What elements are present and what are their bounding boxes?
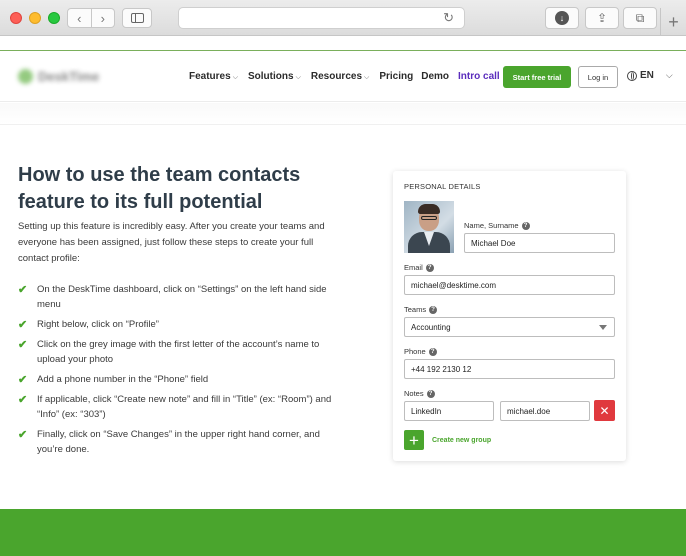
nav-solutions-label: Solutions <box>248 71 294 82</box>
name-input[interactable]: Michael Doe <box>464 233 615 253</box>
list-item: ✔ On the DeskTime dashboard, click on “Se… <box>18 282 338 312</box>
note-title-input[interactable]: LinkedIn <box>404 401 494 421</box>
help-icon[interactable]: ? <box>426 389 435 398</box>
create-group-link[interactable]: Create new group <box>432 437 491 444</box>
chevron-right-icon: › <box>100 10 105 26</box>
start-free-trial-button[interactable]: Start free trial <box>503 66 571 88</box>
checkmark-icon: ✔ <box>18 374 28 386</box>
nav-demo[interactable]: Demo <box>421 71 449 82</box>
help-icon[interactable]: ? <box>428 347 437 356</box>
step-text: If applicable, click “Create new note” a… <box>37 394 332 420</box>
downloads-button[interactable]: ↓ <box>545 7 579 29</box>
help-icon[interactable]: ? <box>429 305 438 314</box>
header-divider <box>0 103 686 125</box>
list-item: ✔ Click on the grey image with the first … <box>18 337 338 367</box>
footer-band <box>0 509 686 556</box>
avatar-glasses <box>421 216 437 220</box>
sidebar-toggle-button[interactable] <box>122 8 152 28</box>
history-nav: ‹ › <box>67 8 115 28</box>
list-item: ✔ Finally, click on “Save Changes” in the… <box>18 427 338 457</box>
step-text: Add a phone number in the “Phone” field <box>37 374 209 385</box>
desktime-logo[interactable]: DeskTime <box>18 69 99 84</box>
phone-input[interactable]: +44 192 2130 12 <box>404 359 615 379</box>
help-icon[interactable]: ? <box>425 263 434 272</box>
share-icon: ⇪ <box>596 11 608 25</box>
notes-label-text: Notes <box>404 389 424 398</box>
create-group-button[interactable]: + <box>404 430 424 450</box>
sidebar-icon <box>131 13 144 23</box>
nav-resources[interactable]: Resources ⌵ <box>311 71 369 82</box>
nav-features[interactable]: Features ⌵ <box>189 71 238 82</box>
nav-pricing[interactable]: Pricing <box>379 71 413 82</box>
teams-select-value: Accounting <box>411 322 451 332</box>
step-text: Click on the grey image with the first l… <box>37 339 320 365</box>
dropdown-arrow-icon <box>599 325 607 330</box>
step-text: Finally, click on “Save Changes” in the … <box>37 429 320 455</box>
language-label: EN <box>640 70 654 81</box>
globe-icon <box>627 70 637 81</box>
personal-details-card: PERSONAL DETAILS Name, Surname? Michael … <box>393 171 626 461</box>
page-title: How to use the team contacts feature to … <box>18 164 301 213</box>
tab-overview-button[interactable]: ⧉ <box>623 7 657 29</box>
browser-toolbar: ‹ › ↻ ↓ ⇪ ⧉ + <box>0 0 686 36</box>
main-nav: Features ⌵ Solutions ⌵ Resources ⌵ Pricing … <box>189 71 500 82</box>
tabs-icon: ⧉ <box>635 10 645 25</box>
chevron-down-icon: ⌵ <box>665 70 673 80</box>
intro-paragraph: Setting up this feature is incredibly ea… <box>18 221 325 264</box>
checkmark-icon: ✔ <box>18 394 28 406</box>
chevron-down-icon: ⌵ <box>364 74 370 81</box>
nav-resources-label: Resources <box>310 71 363 82</box>
email-label-text: Email <box>404 263 423 272</box>
nav-solutions[interactable]: Solutions ⌵ <box>248 71 301 82</box>
download-icon: ↓ <box>555 11 569 25</box>
delete-note-button[interactable]: ✕ <box>594 400 615 421</box>
plus-icon: + <box>668 11 679 32</box>
email-label: Email? <box>404 263 434 272</box>
step-text: On the DeskTime dashboard, click on “Set… <box>37 284 327 310</box>
chevron-left-icon: ‹ <box>77 10 82 26</box>
notes-label: Notes? <box>404 389 435 398</box>
close-window-button[interactable] <box>10 12 22 24</box>
phone-label: Phone? <box>404 347 437 356</box>
avatar-hair <box>418 204 440 214</box>
checkmark-icon: ✔ <box>18 339 28 351</box>
logo-mark-icon <box>18 69 33 84</box>
phone-label-text: Phone <box>404 347 426 356</box>
list-item: ✔ Add a phone number in the “Phone” field <box>18 372 338 387</box>
login-button[interactable]: Log in <box>578 66 618 88</box>
reload-icon[interactable]: ↻ <box>443 10 454 26</box>
teams-select[interactable]: Accounting <box>404 317 615 337</box>
chevron-down-icon: ⌵ <box>232 74 238 81</box>
nav-features-label: Features <box>189 71 231 82</box>
teams-label: Teams? <box>404 305 438 314</box>
address-bar[interactable]: ↻ <box>178 7 465 29</box>
checkmark-icon: ✔ <box>18 429 28 441</box>
back-button[interactable]: ‹ <box>68 9 91 27</box>
checkmark-icon: ✔ <box>18 319 28 331</box>
avatar[interactable] <box>404 201 454 253</box>
steps-list: ✔ On the DeskTime dashboard, click on “Se… <box>18 282 338 462</box>
card-title: PERSONAL DETAILS <box>404 182 481 191</box>
new-tab-button[interactable]: + <box>660 8 686 36</box>
email-input[interactable]: michael@desktime.com <box>404 275 615 295</box>
list-item: ✔ Right below, click on “Profile” <box>18 317 338 332</box>
plus-icon: + <box>409 430 419 450</box>
share-button[interactable]: ⇪ <box>585 7 619 29</box>
forward-button[interactable]: › <box>90 9 115 27</box>
chevron-down-icon: ⌵ <box>295 74 301 81</box>
logo-text: DeskTime <box>38 69 100 84</box>
note-info-input[interactable]: michael.doe <box>500 401 590 421</box>
checkmark-icon: ✔ <box>18 284 28 296</box>
step-text: Right below, click on “Profile” <box>37 319 159 330</box>
list-item: ✔ If applicable, click “Create new note” … <box>18 392 338 422</box>
nav-intro-call[interactable]: Intro call <box>458 71 500 82</box>
name-label-text: Name, Surname <box>464 221 519 230</box>
close-icon: ✕ <box>599 403 610 418</box>
teams-label-text: Teams <box>404 305 427 314</box>
name-label: Name, Surname? <box>464 221 530 230</box>
zoom-window-button[interactable] <box>48 12 60 24</box>
help-icon[interactable]: ? <box>521 221 530 230</box>
language-selector[interactable]: EN ⌵ <box>627 70 673 81</box>
minimize-window-button[interactable] <box>29 12 41 24</box>
